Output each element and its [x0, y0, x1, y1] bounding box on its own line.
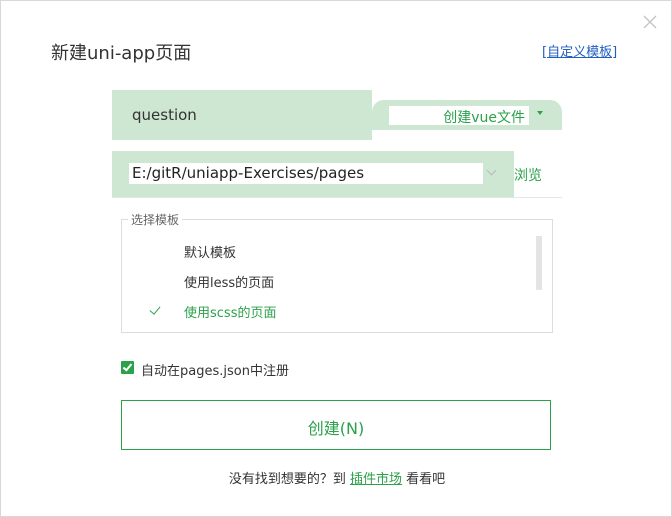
- plugin-market-link[interactable]: 插件市场: [350, 472, 402, 487]
- browse-button[interactable]: 浏览: [514, 165, 542, 185]
- chevron-down-icon[interactable]: [537, 111, 543, 115]
- template-option-less[interactable]: 使用less的页面: [184, 272, 274, 291]
- new-page-dialog: 新建uni-app页面 [自定义模板] question 创建vue文件 E:/…: [0, 0, 672, 517]
- path-dropdown-icon[interactable]: [486, 165, 497, 176]
- close-icon[interactable]: [639, 11, 661, 33]
- template-group: 默认模板 使用less的页面 使用scss的页面: [121, 219, 553, 333]
- page-name-value: question: [132, 106, 197, 124]
- path-value: E:/gitR/uniapp-Exercises/pages: [132, 164, 365, 182]
- register-checkbox[interactable]: [121, 361, 134, 374]
- bracket-close: ]: [612, 45, 618, 60]
- footer-prefix: 没有找到想要的？到: [228, 472, 346, 487]
- template-group-legend: 选择模板: [128, 211, 183, 228]
- footer-hint: 没有找到想要的？到 插件市场 看看吧: [1, 468, 672, 487]
- footer-suffix: 看看吧: [406, 472, 446, 487]
- create-button[interactable]: 创建(N): [121, 400, 551, 450]
- dialog-title: 新建uni-app页面: [51, 43, 192, 64]
- path-value-box: E:/gitR/uniapp-Exercises/pages: [129, 163, 483, 184]
- page-name-input[interactable]: question: [112, 90, 372, 140]
- template-scrollbar[interactable]: [536, 236, 542, 290]
- path-input[interactable]: E:/gitR/uniapp-Exercises/pages: [112, 151, 514, 197]
- file-type-selected-value: 创建vue文件: [443, 110, 525, 126]
- name-row: question 创建vue文件: [112, 90, 562, 140]
- check-icon: [149, 303, 161, 315]
- custom-template-label[interactable]: 自定义模板: [547, 45, 612, 60]
- file-type-selected-box: 创建vue文件: [389, 106, 529, 126]
- template-option-default[interactable]: 默认模板: [184, 242, 236, 261]
- template-option-scss[interactable]: 使用scss的页面: [184, 302, 276, 321]
- close-icon-svg: [643, 15, 657, 29]
- path-row: E:/gitR/uniapp-Exercises/pages 浏览: [112, 151, 562, 198]
- custom-template-link[interactable]: [自定义模板]: [542, 41, 617, 60]
- register-label: 自动在pages.json中注册: [141, 364, 289, 379]
- create-button-label: 创建(N): [307, 419, 365, 438]
- file-type-select[interactable]: 创建vue文件: [372, 100, 562, 130]
